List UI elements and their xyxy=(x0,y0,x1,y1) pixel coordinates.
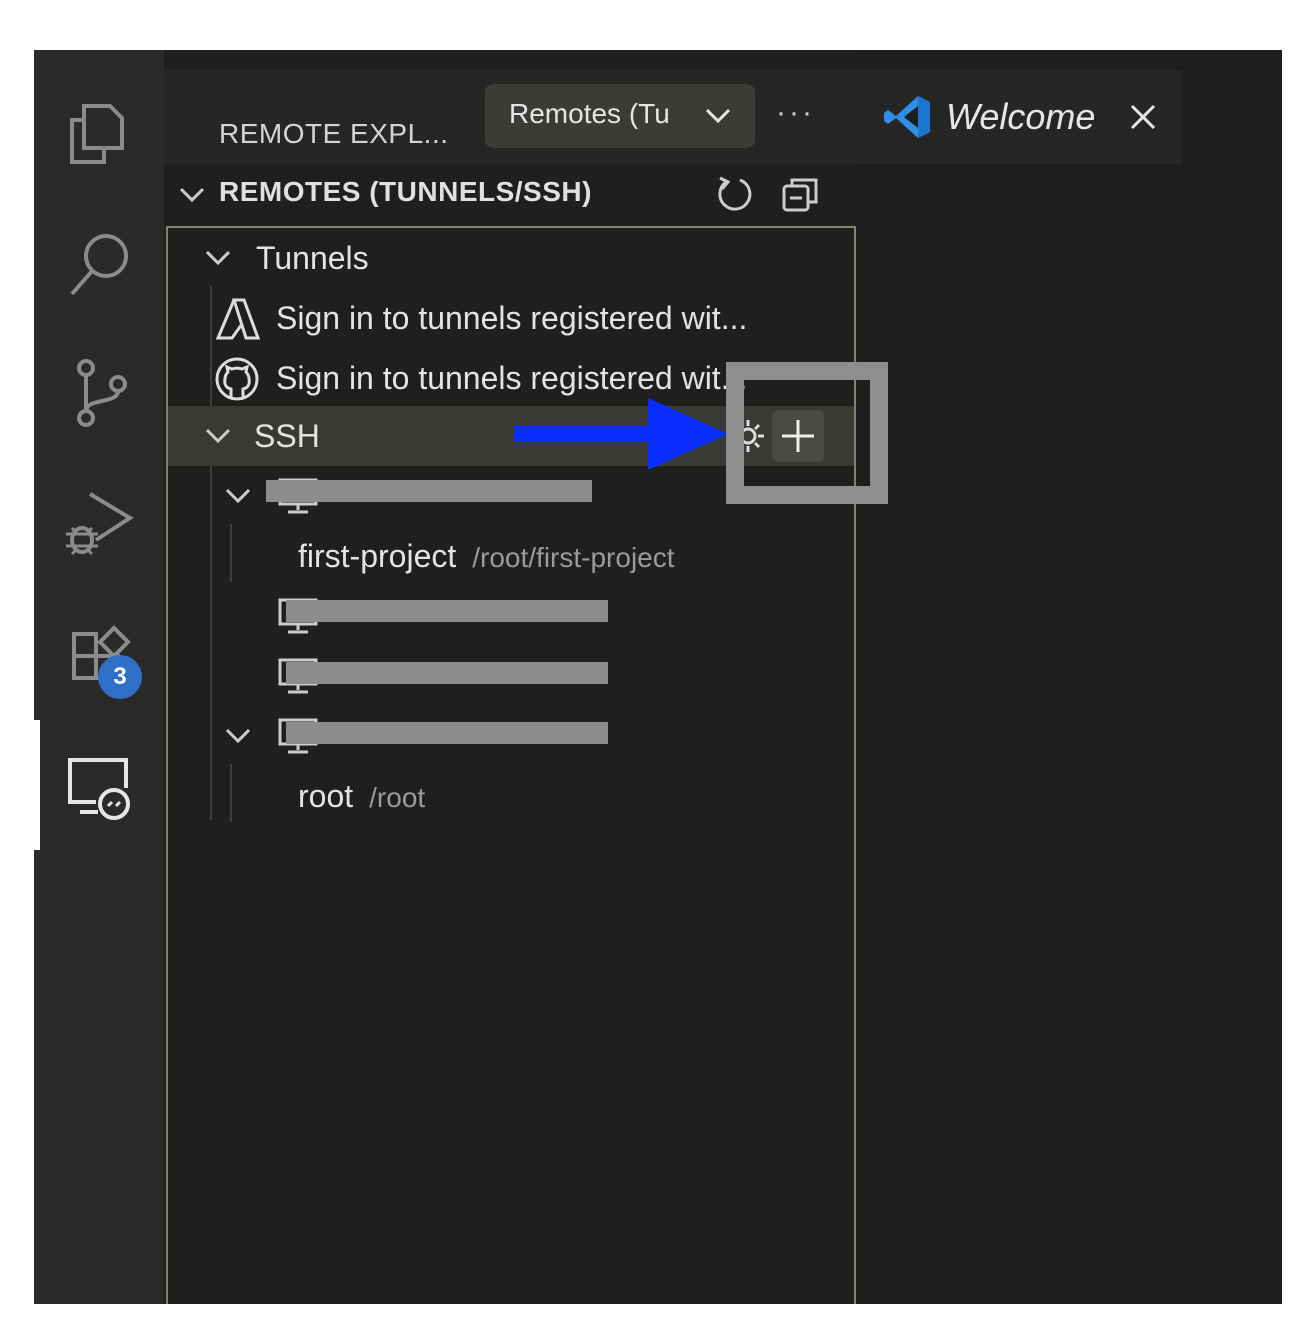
tab-label: Welcome xyxy=(946,96,1096,137)
view-select-dropdown[interactable]: Remotes (Tu xyxy=(485,84,755,148)
chevron-down-icon xyxy=(705,108,731,124)
sign-in-github-label: Sign in to tunnels registered wit... xyxy=(276,360,748,396)
explorer-icon[interactable] xyxy=(64,98,134,168)
folder-row-text: root/root xyxy=(298,778,425,815)
section-title: REMOTES (TUNNELS/SSH) xyxy=(219,176,592,207)
tree-item-folder[interactable]: root/root xyxy=(168,766,854,826)
folder-path: /root/first-project xyxy=(472,542,675,573)
view-select-label: Remotes (Tu xyxy=(509,98,670,129)
redacted-host-address xyxy=(286,662,608,684)
folder-name: first-project xyxy=(298,538,457,574)
collapse-all-icon[interactable] xyxy=(780,174,820,214)
folder-path: /root xyxy=(369,782,426,813)
ssh-label: SSH xyxy=(254,418,320,454)
active-indicator xyxy=(34,720,40,850)
refresh-icon[interactable] xyxy=(714,174,754,214)
chevron-down-icon xyxy=(179,187,205,203)
tree-item-folder[interactable]: first-project/root/first-project xyxy=(168,526,854,586)
sign-in-azure-label: Sign in to tunnels registered wit... xyxy=(276,300,748,336)
search-icon[interactable] xyxy=(64,228,134,298)
close-icon[interactable] xyxy=(1128,102,1158,132)
vscode-window: 3 REMOTE EXPL... Remotes (Tu ··· REMOTES… xyxy=(34,50,1282,1304)
tree-item-sign-in-azure[interactable]: Sign in to tunnels registered wit... xyxy=(168,288,854,348)
run-debug-icon[interactable] xyxy=(64,488,134,558)
tree-item-ssh-host[interactable] xyxy=(168,706,854,766)
azure-icon xyxy=(216,298,260,340)
redacted-host-address xyxy=(266,480,592,502)
annotation-highlight-box xyxy=(726,362,888,504)
folder-row-text: first-project/root/first-project xyxy=(298,538,675,575)
activity-bar: 3 xyxy=(34,50,164,1304)
chevron-down-icon xyxy=(225,728,251,744)
tree-item-ssh-host[interactable] xyxy=(168,586,854,646)
annotation-arrow-icon xyxy=(514,398,728,470)
github-icon xyxy=(215,357,259,401)
source-control-icon[interactable] xyxy=(64,358,134,428)
vscode-logo-icon xyxy=(884,96,930,138)
chevron-down-icon xyxy=(225,488,251,504)
remote-explorer-icon[interactable] xyxy=(64,754,134,824)
folder-name: root xyxy=(298,778,354,814)
more-actions-button[interactable]: ··· xyxy=(776,96,815,130)
redacted-host-address xyxy=(286,722,608,744)
tree-item-tunnels[interactable]: Tunnels xyxy=(168,228,854,288)
editor-area: Welcome xyxy=(858,50,1282,1304)
sidebar-header: REMOTE EXPL... Remotes (Tu ··· xyxy=(164,70,858,164)
section-header[interactable]: REMOTES (TUNNELS/SSH) xyxy=(164,164,858,224)
chevron-down-icon xyxy=(205,428,231,444)
redacted-host-address xyxy=(286,600,608,622)
sidebar-title: REMOTE EXPL... xyxy=(219,118,449,149)
extensions-badge: 3 xyxy=(98,655,142,699)
tab-welcome[interactable]: Welcome xyxy=(858,70,1182,164)
sidebar: REMOTE EXPL... Remotes (Tu ··· REMOTES (… xyxy=(164,50,858,1304)
chevron-down-icon xyxy=(205,250,231,266)
tree-item-ssh-host[interactable] xyxy=(168,646,854,706)
tunnels-label: Tunnels xyxy=(256,240,369,276)
